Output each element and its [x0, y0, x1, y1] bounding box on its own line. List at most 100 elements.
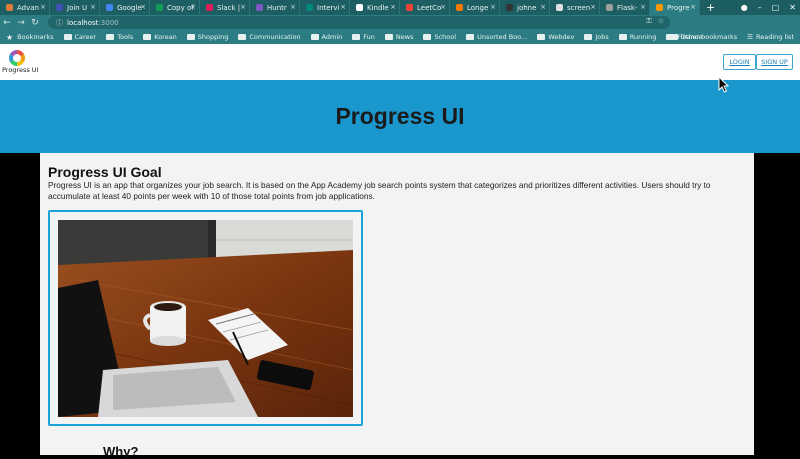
- bookmark-folder[interactable]: Running: [618, 33, 656, 41]
- close-tab-icon[interactable]: ×: [540, 3, 546, 11]
- browser-tab[interactable]: Slack | ×: [200, 0, 250, 15]
- tab-label: Advan: [17, 3, 39, 12]
- bookmark-folder-label: Jobs: [595, 33, 609, 41]
- reading-list-icon: ☰: [747, 33, 753, 41]
- restore-icon[interactable]: ▢: [772, 3, 780, 12]
- bookmark-folder-label: Communication: [249, 33, 301, 41]
- browser-tab[interactable]: Longe ×: [450, 0, 500, 15]
- close-tab-icon[interactable]: ×: [90, 3, 96, 11]
- close-tab-icon[interactable]: ×: [240, 3, 246, 11]
- close-tab-icon[interactable]: ×: [290, 3, 296, 11]
- close-tab-icon[interactable]: ×: [440, 3, 446, 11]
- browser-tab[interactable]: johne ×: [500, 0, 550, 15]
- browser-toolbar: ← → ↻ ⓘ localhost:3000 ⚿ ☆: [0, 15, 800, 41]
- bookmark-folder[interactable]: Career: [63, 33, 97, 41]
- bookmark-folder[interactable]: Communication: [238, 33, 301, 41]
- close-tab-icon[interactable]: ×: [590, 3, 596, 11]
- close-tab-icon[interactable]: ×: [340, 3, 346, 11]
- url-host: localhost: [67, 18, 99, 27]
- browser-tab[interactable]: Intervi ×: [300, 0, 350, 15]
- close-tab-icon[interactable]: ×: [490, 3, 496, 11]
- browser-tab[interactable]: Huntr ×: [250, 0, 300, 15]
- desk-photo: [58, 220, 353, 417]
- address-bar[interactable]: ⓘ localhost:3000 ⚿ ☆: [48, 16, 670, 29]
- bookmark-folder[interactable]: Tools: [106, 33, 133, 41]
- browser-tab[interactable]: Advan ×: [0, 0, 50, 15]
- tab-search-icon[interactable]: ●: [741, 3, 748, 12]
- bookmarks-root[interactable]: ★ Bookmarks: [6, 33, 54, 42]
- bookmark-folder[interactable]: Unsorted Boo...: [466, 33, 527, 41]
- bookmark-folder[interactable]: Shopping: [186, 33, 229, 41]
- browser-tab[interactable]: Kindle ×: [350, 0, 400, 15]
- new-tab-button[interactable]: +: [706, 1, 715, 14]
- tab-label: Flask-: [617, 3, 638, 12]
- bookmark-folder[interactable]: Jobs: [584, 33, 609, 41]
- tab-favicon-icon: [156, 4, 163, 11]
- browser-tab[interactable]: screen ×: [550, 0, 600, 15]
- close-tab-icon[interactable]: ×: [190, 3, 196, 11]
- browser-tab[interactable]: Join U ×: [50, 0, 100, 15]
- why-title: Why?: [103, 444, 139, 459]
- bookmark-folder[interactable]: Fun: [352, 33, 375, 41]
- main-content: Progress UI Goal Progress UI is an app t…: [40, 153, 754, 459]
- bookmark-folder-label: Admin: [321, 33, 343, 41]
- folder-icon: [238, 34, 247, 40]
- close-tab-icon[interactable]: ×: [140, 3, 146, 11]
- login-button[interactable]: LOGIN: [723, 54, 756, 70]
- other-bookmarks[interactable]: Other bookmarks: [669, 33, 737, 41]
- tab-label: screen: [567, 3, 591, 12]
- tab-favicon-icon: [106, 4, 113, 11]
- logo-icon[interactable]: [9, 50, 25, 66]
- bookmark-star-icon[interactable]: ☆: [658, 17, 664, 26]
- folder-icon: [618, 34, 627, 40]
- folder-icon: [186, 34, 195, 40]
- bookmark-folder[interactable]: Webdev: [537, 33, 574, 41]
- tab-favicon-icon: [406, 4, 413, 11]
- folder-icon: [423, 34, 432, 40]
- bookmark-folder-label: Tools: [117, 33, 134, 41]
- bookmark-folder[interactable]: Admin: [310, 33, 343, 41]
- close-tab-icon[interactable]: ×: [690, 3, 696, 11]
- key-icon[interactable]: ⚿: [646, 17, 651, 26]
- folder-icon: [106, 34, 115, 40]
- tab-label: Kindle: [367, 3, 389, 12]
- browser-tab[interactable]: Copy of ×: [150, 0, 200, 15]
- tab-favicon-icon: [306, 4, 313, 11]
- forward-icon[interactable]: →: [14, 18, 28, 28]
- logo-text[interactable]: Progress UI: [2, 66, 38, 74]
- reading-list[interactable]: ☰ Reading list: [747, 33, 794, 41]
- tab-favicon-icon: [456, 4, 463, 11]
- browser-tab[interactable]: Google ×: [100, 0, 150, 15]
- tab-favicon-icon: [56, 4, 63, 11]
- web-page: Progress UI LOGIN SIGN UP Progress UI Pr…: [0, 44, 800, 459]
- bookmark-folder-label: School: [434, 33, 457, 41]
- close-tab-icon[interactable]: ×: [640, 3, 646, 11]
- signup-button[interactable]: SIGN UP: [756, 54, 793, 70]
- tab-favicon-icon: [506, 4, 513, 11]
- url-port: :3000: [98, 18, 119, 27]
- page-info-icon[interactable]: ⓘ: [56, 18, 63, 28]
- bookmark-folder-label: Fun: [363, 33, 375, 41]
- folder-icon: [63, 34, 72, 40]
- minimize-icon[interactable]: –: [758, 3, 762, 12]
- close-tab-icon[interactable]: ×: [40, 3, 46, 11]
- browser-tab[interactable]: Flask- ×: [600, 0, 650, 15]
- browser-tab[interactable]: Progre ×: [650, 0, 700, 15]
- tab-label: johne: [517, 3, 537, 12]
- goal-title: Progress UI Goal: [48, 164, 162, 180]
- bookmark-folder[interactable]: Korean: [143, 33, 177, 41]
- window-controls: ● – ▢ ✕: [741, 0, 796, 15]
- reload-icon[interactable]: ↻: [28, 18, 42, 28]
- close-tab-icon[interactable]: ×: [390, 3, 396, 11]
- close-window-icon[interactable]: ✕: [789, 3, 796, 12]
- bookmark-folder[interactable]: News: [384, 33, 414, 41]
- bookmark-folder-label: News: [395, 33, 414, 41]
- bookmark-folder[interactable]: School: [423, 33, 456, 41]
- bookmark-folder-label: Career: [74, 33, 97, 41]
- star-icon: ★: [6, 32, 14, 42]
- back-icon[interactable]: ←: [0, 18, 14, 28]
- browser-tab[interactable]: LeetCo ×: [400, 0, 450, 15]
- goal-description: Progress UI is an app that organizes you…: [48, 180, 711, 201]
- bookmark-folder-label: Shopping: [197, 33, 229, 41]
- bookmark-folder-label: Unsorted Boo...: [477, 33, 528, 41]
